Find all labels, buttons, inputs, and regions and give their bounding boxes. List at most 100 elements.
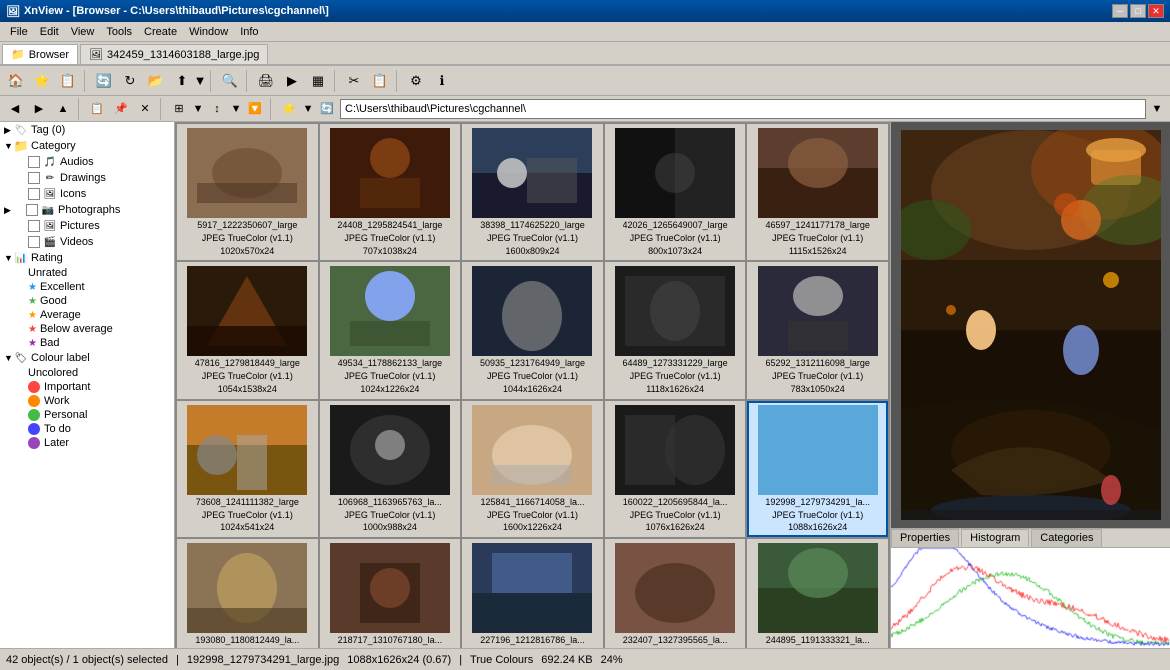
toolbar-info[interactable]: ℹ [430, 69, 454, 93]
drawings-checkbox[interactable] [28, 172, 40, 184]
thumb-item[interactable]: 232407_1327395565_la... JPEG TrueColor (… [605, 539, 746, 648]
toolbar-search[interactable]: 🔍 [218, 69, 242, 93]
sidebar-item-pictures[interactable]: 🖼 Pictures [0, 218, 174, 234]
sidebar-item-drawings[interactable]: ✏ Drawings [0, 170, 174, 186]
thumb-item[interactable]: 218717_1310767180_la... JPEG TrueColor (… [320, 539, 461, 648]
nav-view[interactable]: ⊞ [168, 99, 190, 119]
photographs-checkbox[interactable] [26, 204, 38, 216]
sidebar-item-todo[interactable]: To do [0, 422, 174, 436]
tab-histogram[interactable]: Histogram [961, 529, 1029, 547]
thumb-item[interactable]: 193080_1180812449_la... JPEG TrueColor (… [177, 539, 318, 648]
nav-delete[interactable]: ✕ [134, 99, 156, 119]
thumb-item[interactable]: 49534_1178862133_large JPEG TrueColor (v… [320, 262, 461, 398]
menu-create[interactable]: Create [138, 24, 183, 40]
menu-view[interactable]: View [65, 24, 101, 40]
menu-tools[interactable]: Tools [100, 24, 138, 40]
nav-back[interactable]: ◀ [4, 99, 26, 119]
tree-arrow-rating[interactable]: ▼ [4, 253, 14, 263]
thumb-item[interactable]: 106968_1163965763_la... JPEG TrueColor (… [320, 401, 461, 537]
tab-properties[interactable]: Properties [891, 529, 959, 547]
tree-arrow-tag[interactable]: ▶ [4, 125, 14, 136]
thumb-item[interactable]: 64489_1273331229_large JPEG TrueColor (v… [605, 262, 746, 398]
menu-info[interactable]: Info [234, 24, 264, 40]
thumb-item[interactable]: 5917_1222350607_large JPEG TrueColor (v1… [177, 124, 318, 260]
sidebar-item-audios[interactable]: 🎵 Audios [0, 154, 174, 170]
toolbar-thumb[interactable]: ▦ [306, 69, 330, 93]
menu-window[interactable]: Window [183, 24, 234, 40]
tree-arrow-photographs[interactable]: ▶ [4, 205, 14, 216]
tab-browser[interactable]: 📁 Browser [2, 44, 78, 64]
icons-checkbox[interactable] [28, 188, 40, 200]
sidebar-item-later[interactable]: Later [0, 436, 174, 450]
tab-image[interactable]: 🖼 342459_1314603188_large.jpg [80, 44, 268, 64]
toolbar-catalog[interactable]: 📋 [56, 69, 80, 93]
toolbar-slide[interactable]: ▶ [280, 69, 304, 93]
videos-checkbox[interactable] [28, 236, 40, 248]
thumb-item-selected[interactable]: 192998_1279734291_la... JPEG TrueColor (… [747, 401, 888, 537]
sidebar-item-work[interactable]: Work [0, 394, 174, 408]
toolbar-folder-up[interactable]: 📂 [144, 69, 168, 93]
thumb-item[interactable]: 65292_1312116098_large JPEG TrueColor (v… [747, 262, 888, 398]
sidebar-item-tag[interactable]: ▶ 🏷 Tag (0) [0, 122, 174, 138]
thumb-item[interactable]: 244895_1191333321_la... JPEG TrueColor (… [747, 539, 888, 648]
nav-copy[interactable]: 📋 [86, 99, 108, 119]
close-button[interactable]: ✕ [1148, 4, 1164, 18]
menu-edit[interactable]: Edit [34, 24, 65, 40]
thumb-item[interactable]: 42026_1265649007_large JPEG TrueColor (v… [605, 124, 746, 260]
path-bar[interactable]: C:\Users\thibaud\Pictures\cgchannel\ [340, 99, 1146, 119]
nav-bookmark-dropdown[interactable]: ▼ [302, 99, 314, 119]
thumb-item[interactable]: 38398_1174625220_large JPEG TrueColor (v… [462, 124, 603, 260]
thumb-item[interactable]: 46597_1241177178_large JPEG TrueColor (v… [747, 124, 888, 260]
sidebar-item-uncolored[interactable]: Uncolored [0, 366, 174, 380]
nav-forward[interactable]: ▶ [28, 99, 50, 119]
nav-filter[interactable]: 🔽 [244, 99, 266, 119]
sidebar-item-good[interactable]: ★ Good [0, 294, 174, 308]
toolbar-refresh[interactable]: 🔄 [92, 69, 116, 93]
toolbar-copy[interactable]: 📋 [368, 69, 392, 93]
sidebar-item-important[interactable]: Important [0, 380, 174, 394]
toolbar-settings[interactable]: ⚙ [404, 69, 428, 93]
sidebar-item-excellent[interactable]: ★ Excellent [0, 280, 174, 294]
minimize-button[interactable]: ─ [1112, 4, 1128, 18]
toolbar-folder-up2[interactable]: ⬆ [170, 69, 194, 93]
sidebar-item-bad[interactable]: ★ Bad [0, 336, 174, 350]
sidebar-item-below-average[interactable]: ★ Below average [0, 322, 174, 336]
thumb-item[interactable]: 73608_1241111382_large JPEG TrueColor (v… [177, 401, 318, 537]
sidebar-item-videos[interactable]: 🎬 Videos [0, 234, 174, 250]
toolbar-home[interactable]: 🏠 [4, 69, 28, 93]
sidebar-item-rating[interactable]: ▼ 📊 Rating [0, 250, 174, 266]
sidebar-item-icons[interactable]: 🖼 Icons [0, 186, 174, 202]
nav-sort[interactable]: ↕ [206, 99, 228, 119]
toolbar-print[interactable]: 🖨 [254, 69, 278, 93]
nav-up[interactable]: ▲ [52, 99, 74, 119]
toolbar-move[interactable]: ✂ [342, 69, 366, 93]
maximize-button[interactable]: □ [1130, 4, 1146, 18]
audios-checkbox[interactable] [28, 156, 40, 168]
pictures-checkbox[interactable] [28, 220, 40, 232]
tree-arrow-colour[interactable]: ▼ [4, 353, 14, 363]
sidebar-item-unrated[interactable]: Unrated [0, 266, 174, 280]
sidebar-item-average[interactable]: ★ Average [0, 308, 174, 322]
toolbar-refresh2[interactable]: ↻ [118, 69, 142, 93]
nav-refresh[interactable]: 🔄 [316, 99, 338, 119]
thumb-item[interactable]: 227196_1212816786_la... JPEG TrueColor (… [462, 539, 603, 648]
nav-sort-dropdown[interactable]: ▼ [230, 99, 242, 119]
tab-categories[interactable]: Categories [1031, 529, 1102, 547]
nav-view-dropdown[interactable]: ▼ [192, 99, 204, 119]
thumb-item[interactable]: 160022_1205695844_la... JPEG TrueColor (… [605, 401, 746, 537]
toolbar-favorites[interactable]: ⭐ [30, 69, 54, 93]
menu-file[interactable]: File [4, 24, 34, 40]
nav-paste[interactable]: 📌 [110, 99, 132, 119]
sidebar-item-category[interactable]: ▼ 📁 Category [0, 138, 174, 154]
sidebar-item-colour-label[interactable]: ▼ 🏷 Colour label [0, 350, 174, 366]
nav-bookmark[interactable]: ⭐ [278, 99, 300, 119]
sidebar-item-photographs[interactable]: ▶ 📷 Photographs [0, 202, 174, 218]
nav-path-dropdown[interactable]: ▼ [1148, 99, 1166, 119]
sidebar-item-personal[interactable]: Personal [0, 408, 174, 422]
thumb-item[interactable]: 47816_1279818449_large JPEG TrueColor (v… [177, 262, 318, 398]
tree-arrow-category[interactable]: ▼ [4, 141, 14, 151]
thumb-item[interactable]: 24408_1295824541_large JPEG TrueColor (v… [320, 124, 461, 260]
thumb-item[interactable]: 50935_1231764949_large JPEG TrueColor (v… [462, 262, 603, 398]
toolbar-dropdown-arrow[interactable]: ▼ [194, 69, 206, 93]
thumb-item[interactable]: 125841_1166714058_la... JPEG TrueColor (… [462, 401, 603, 537]
